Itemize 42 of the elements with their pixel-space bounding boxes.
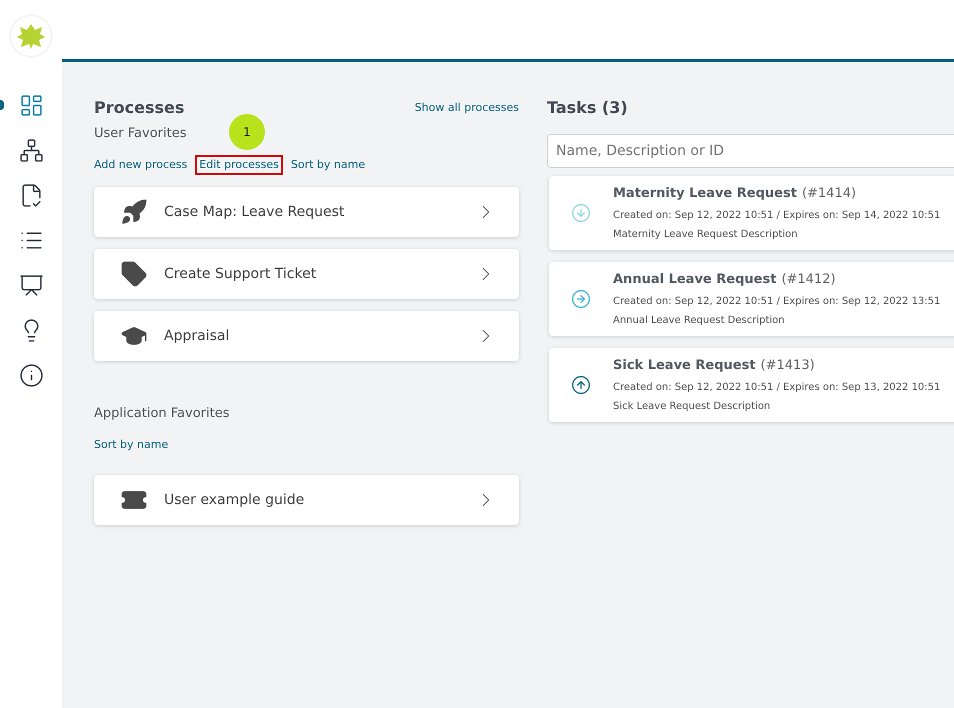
task-description: Annual Leave Request Description [613,314,786,328]
link[interactable]: Sort by name [94,434,168,455]
task-card[interactable]: Maternity Leave Request (#1414) Created on: Sep 12, 2022 10:51 / Expires on: Sep 14, 2022 10:51 Maternity Leave Request Description [549,176,954,250]
task-id: (#1413) [760,356,815,375]
section-title: Processes [94,97,184,119]
process-card[interactable]: Appraisal [94,311,519,361]
tag-icon [120,260,148,288]
process-name: User example guide [164,490,304,510]
process-card[interactable]: Case Map: Leave Request [94,187,519,237]
task-name: Maternity Leave Request [613,184,797,203]
process-name: Create Support Ticket [164,264,316,284]
task-card[interactable]: Annual Leave Request (#1412) Created on: Sep 12, 2022 10:51 / Expires on: Sep 12, 2022 13:51 Annual Leave Request Description [549,262,954,336]
step-badge: 1 [229,114,265,150]
task-dates: Created on: Sep 12, 2022 10:51 / Expires on: Sep 14, 2022 10:51 [613,209,940,224]
link[interactable]: Edit processes [195,154,283,175]
task-card[interactable]: Sick Leave Request (#1413) Created on: Sep 12, 2022 10:51 / Expires on: Sep 13, 2022 10:51 Sick Leave Request Description [549,348,954,422]
arrow-right-icon [571,289,591,309]
task-id: (#1414) [802,184,856,203]
task-id: (#1412) [781,270,836,289]
info-icon[interactable] [18,362,44,388]
process-card[interactable]: Create Support Ticket [94,249,519,299]
logo [11,16,51,56]
process-card[interactable]: User example guide [94,475,519,525]
task-dates: Created on: Sep 12, 2022 10:51 / Expires on: Sep 13, 2022 10:51 [613,381,940,396]
task-name: Sick Leave Request [613,356,756,375]
subsection-title: Application Favorites [94,405,230,423]
process-name: Appraisal [164,326,230,346]
search-field[interactable]: Name, Description or ID [547,134,954,168]
section-title: Tasks (3) [547,97,629,119]
link[interactable]: Sort by name [290,154,366,175]
task-dates: Created on: Sep 12, 2022 10:51 / Expires on: Sep 12, 2022 13:51 [613,295,940,310]
process-name: Case Map: Leave Request [164,202,344,222]
link[interactable]: Show all processes [414,100,519,116]
subsection-title: User Favorites [94,125,186,143]
arrow-up-icon [571,375,591,395]
rocket-icon [120,198,148,226]
task-name: Annual Leave Request [613,270,776,289]
arrow-down-icon [571,203,591,223]
hierarchy-icon[interactable] [18,137,44,163]
task-description: Sick Leave Request Description [613,400,772,414]
task-description: Maternity Leave Request Description [613,228,799,242]
link[interactable]: Add new process [94,154,188,175]
